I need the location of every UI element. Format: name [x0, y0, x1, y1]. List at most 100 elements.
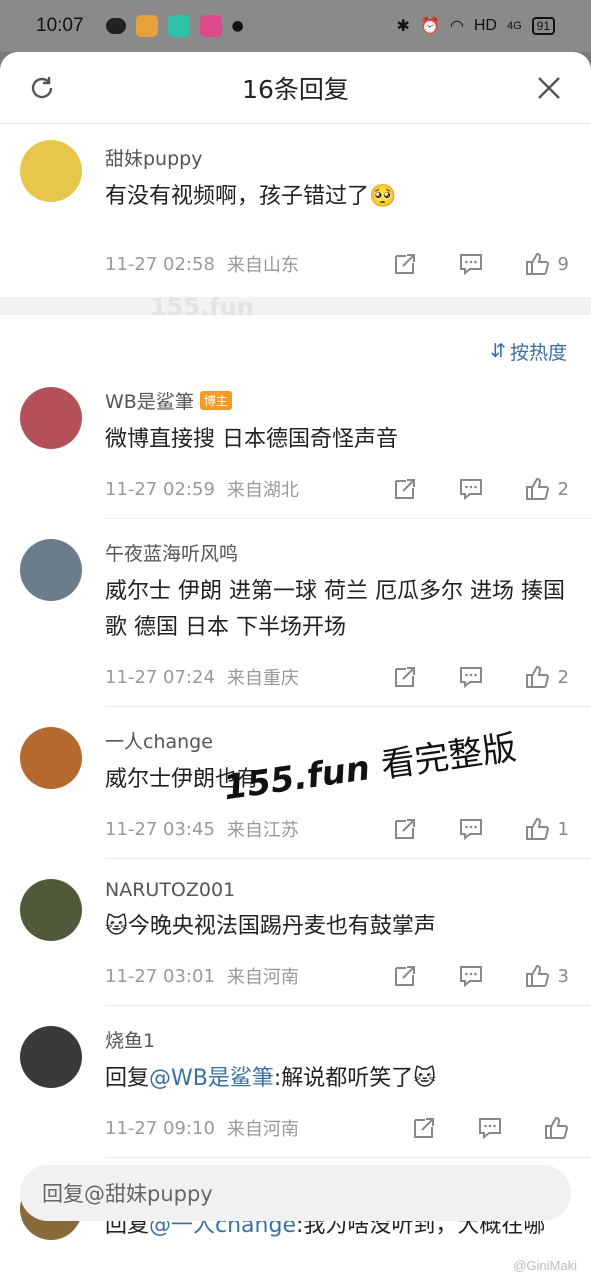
like-button[interactable]: 3: [524, 963, 569, 989]
refresh-icon[interactable]: [26, 72, 58, 104]
corner-watermark: @GiniMaki: [513, 1258, 577, 1273]
like-button[interactable]: 2: [524, 476, 569, 502]
reply-username[interactable]: 午夜蓝海听风鸣: [105, 539, 569, 566]
comment-date: 11-27 02:58: [105, 253, 215, 275]
wechat-icon: [105, 18, 126, 34]
reply-text: 回复@WB是鲨筆:解说都听笑了🐱: [105, 1066, 437, 1091]
notification-icons: ●: [105, 15, 244, 37]
reply-item: 午夜蓝海听风鸣 威尔士 伊朗 进第一球 荷兰 厄瓜多尔 进场 揍国歌 德国 日本…: [0, 519, 591, 690]
avatar[interactable]: [20, 879, 82, 941]
network-label: HD: [473, 17, 497, 34]
mention-link[interactable]: @WB是鲨筆: [149, 1066, 274, 1091]
weibo-icon: [135, 15, 158, 37]
replies-sheet: 16条回复 甜妹puppy 有没有视频啊，孩子错过了🥺 11-27 02:58 …: [0, 52, 591, 1280]
app-icon-2: [199, 15, 222, 37]
comment-icon: [459, 254, 482, 276]
share-button[interactable]: [392, 251, 418, 277]
avatar[interactable]: [20, 727, 82, 789]
reply-date: 11-27 03:01: [105, 965, 215, 987]
sheet-header: 16条回复: [0, 52, 591, 124]
comment-icon: [459, 966, 482, 988]
comment-username[interactable]: 甜妹puppy: [105, 144, 569, 171]
wifi-icon: ◠: [449, 18, 464, 35]
reply-date: 11-27 03:45: [105, 818, 215, 840]
more-dot-icon: ●: [231, 18, 244, 34]
close-icon[interactable]: [533, 72, 565, 104]
comment-button[interactable]: [458, 664, 484, 690]
like-button[interactable]: 2: [524, 664, 569, 690]
thumbs-up-icon: [525, 665, 549, 688]
sort-icon: ⇵: [490, 340, 506, 362]
reply-location: 来自江苏: [226, 820, 299, 841]
reply-location: 来自河南: [226, 1119, 299, 1140]
share-button[interactable]: [411, 1115, 437, 1141]
reply-item: 烧鱼1 回复@WB是鲨筆:解说都听笑了🐱 11-27 09:10 来自河南: [0, 1006, 591, 1141]
comment-button[interactable]: [458, 476, 484, 502]
reply-username[interactable]: WB是鲨筆: [105, 387, 194, 414]
comment-location: 来自山东: [226, 255, 299, 276]
comment-text: 有没有视频啊，孩子错过了🥺: [105, 184, 397, 209]
like-count: 3: [557, 965, 569, 987]
comment-button[interactable]: [458, 251, 484, 277]
reply-location: 来自湖北: [226, 480, 299, 501]
share-button[interactable]: [392, 816, 418, 842]
bluetooth-icon: ✱: [396, 18, 410, 35]
reply-location: 来自河南: [226, 967, 299, 988]
sort-toggle[interactable]: ⇵ 按热度: [0, 315, 591, 387]
share-button[interactable]: [392, 664, 418, 690]
reply-date: 11-27 09:10: [105, 1117, 215, 1139]
signal-label: 4G: [506, 20, 522, 32]
comment-icon: [459, 819, 482, 841]
comment-icon: [459, 479, 482, 501]
share-button[interactable]: [392, 963, 418, 989]
avatar[interactable]: [20, 1026, 82, 1088]
avatar[interactable]: [20, 387, 82, 449]
like-count: 1: [557, 818, 569, 840]
thumbs-up-icon: [525, 817, 549, 840]
thumbs-up-icon: [525, 964, 549, 987]
status-bar: 10:07 ● ✱ ⏰ ◠ HD 4G 91: [0, 0, 591, 52]
reply-location: 来自重庆: [226, 668, 299, 689]
share-icon: [394, 966, 415, 986]
reply-date: 11-27 07:24: [105, 666, 215, 688]
thumbs-up-icon: [525, 477, 549, 500]
divider-watermark: 155.fun: [150, 297, 254, 315]
thumbs-up-icon: [545, 1116, 569, 1139]
alarm-icon: ⏰: [419, 18, 440, 35]
comment-button[interactable]: [477, 1115, 503, 1141]
share-icon: [394, 254, 415, 274]
section-divider: 155.fun: [0, 297, 591, 315]
like-count: 2: [557, 478, 569, 500]
reply-text: 威尔士 伊朗 进第一球 荷兰 厄瓜多尔 进场 揍国歌 德国 日本 下半场开场: [105, 579, 565, 640]
reply-item: WB是鲨筆 博主 微博直接搜 日本德国奇怪声音 11-27 02:59 来自湖北 …: [0, 387, 591, 502]
share-icon: [414, 1118, 434, 1138]
status-time: 10:07: [36, 15, 84, 36]
reply-date: 11-27 02:59: [105, 478, 215, 500]
share-icon: [394, 667, 415, 687]
page-title: 16条回复: [242, 74, 349, 104]
reply-text: 🐱今晚央视法国踢丹麦也有鼓掌声: [105, 914, 436, 939]
reply-username[interactable]: NARUTOZ001: [105, 879, 569, 901]
comment-button[interactable]: [458, 963, 484, 989]
like-button[interactable]: 9: [524, 251, 569, 277]
reply-username[interactable]: 烧鱼1: [105, 1026, 569, 1053]
share-button[interactable]: [392, 476, 418, 502]
reply-input[interactable]: 回复@甜妹puppy: [20, 1165, 571, 1221]
like-button[interactable]: [543, 1115, 569, 1141]
share-icon: [394, 819, 415, 839]
avatar[interactable]: [20, 140, 82, 202]
reply-placeholder: 回复@甜妹puppy: [42, 1182, 213, 1206]
like-count: 2: [557, 666, 569, 688]
like-button[interactable]: 1: [524, 816, 569, 842]
main-comment: 甜妹puppy 有没有视频啊，孩子错过了🥺 11-27 02:58 来自山东 9: [0, 124, 591, 277]
like-count: 9: [557, 253, 569, 275]
avatar[interactable]: [20, 539, 82, 601]
reply-text: 微博直接搜 日本德国奇怪声音: [105, 427, 398, 452]
app-icon: [167, 15, 190, 37]
comment-icon: [479, 1118, 501, 1140]
author-badge: 博主: [199, 391, 232, 410]
battery-indicator: 91: [531, 17, 555, 35]
thumbs-up-icon: [525, 252, 549, 275]
comment-button[interactable]: [458, 816, 484, 842]
comment-icon: [459, 667, 482, 689]
